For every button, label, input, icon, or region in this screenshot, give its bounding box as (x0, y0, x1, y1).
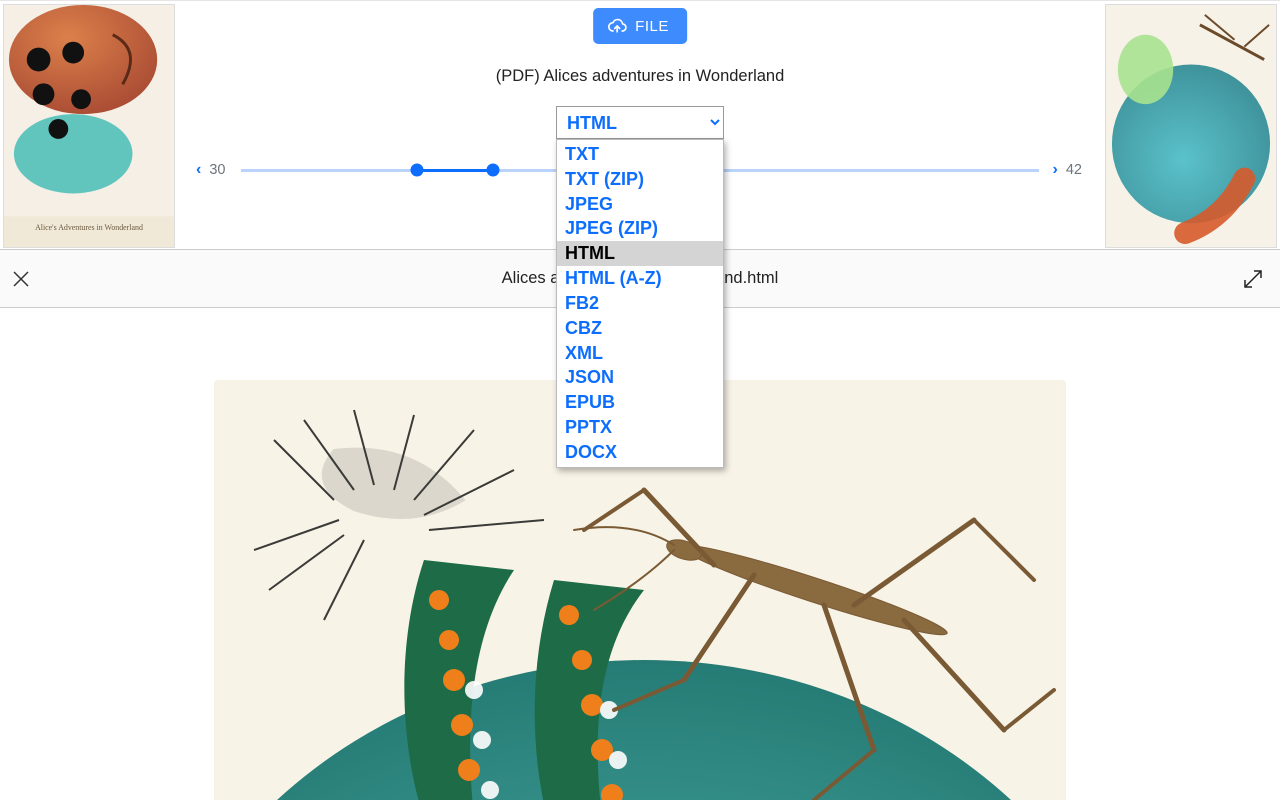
format-option[interactable]: TXT (557, 142, 723, 167)
thumbnail-first-page[interactable]: Alice's Adventures in Wonderland (3, 4, 175, 248)
slider-handle-end[interactable] (486, 164, 499, 177)
fullscreen-button[interactable] (1240, 266, 1266, 292)
center-controls: FILE (PDF) Alices adventures in Wonderla… (178, 1, 1102, 249)
format-option[interactable]: JPEG (ZIP) (557, 216, 723, 241)
cloud-upload-icon (607, 16, 627, 36)
file-button-label: FILE (635, 18, 669, 35)
format-option[interactable]: PPTX (557, 415, 723, 440)
close-button[interactable] (8, 266, 34, 292)
slider-handle-start[interactable] (410, 164, 423, 177)
format-option[interactable]: CBZ (557, 316, 723, 341)
document-title: (PDF) Alices adventures in Wonderland (178, 67, 1102, 86)
format-option[interactable]: HTML (A-Z) (557, 266, 723, 291)
format-option[interactable]: HTML (557, 241, 723, 266)
top-panel: Alice's Adventures in Wonderland FILE (P… (0, 0, 1280, 250)
format-option[interactable]: JPEG (557, 192, 723, 217)
format-option[interactable]: XML (557, 341, 723, 366)
format-dropdown-list[interactable]: TXTTXT (ZIP)JPEGJPEG (ZIP)HTMLHTML (A-Z)… (556, 139, 724, 468)
slider-fill (417, 169, 493, 172)
file-button[interactable]: FILE (593, 8, 687, 44)
format-option[interactable]: FB2 (557, 291, 723, 316)
thumbnail-last-page[interactable] (1105, 4, 1277, 248)
format-select[interactable]: HTML (556, 106, 724, 139)
format-option[interactable]: EPUB (557, 390, 723, 415)
format-select-wrap: HTML (556, 106, 724, 139)
svg-text:Alice's Adventures in Wonderla: Alice's Adventures in Wonderland (35, 223, 143, 232)
slider-end-label: 42 (1066, 162, 1082, 178)
next-page-chevron-icon[interactable]: › (1053, 162, 1058, 178)
format-option[interactable]: JSON (557, 365, 723, 390)
close-icon (12, 270, 30, 288)
format-option[interactable]: DOCX (557, 440, 723, 465)
expand-icon (1242, 268, 1264, 290)
format-option[interactable]: TXT (ZIP) (557, 167, 723, 192)
prev-page-chevron-icon[interactable]: ‹ (196, 162, 201, 178)
slider-start-label: 30 (209, 162, 225, 178)
